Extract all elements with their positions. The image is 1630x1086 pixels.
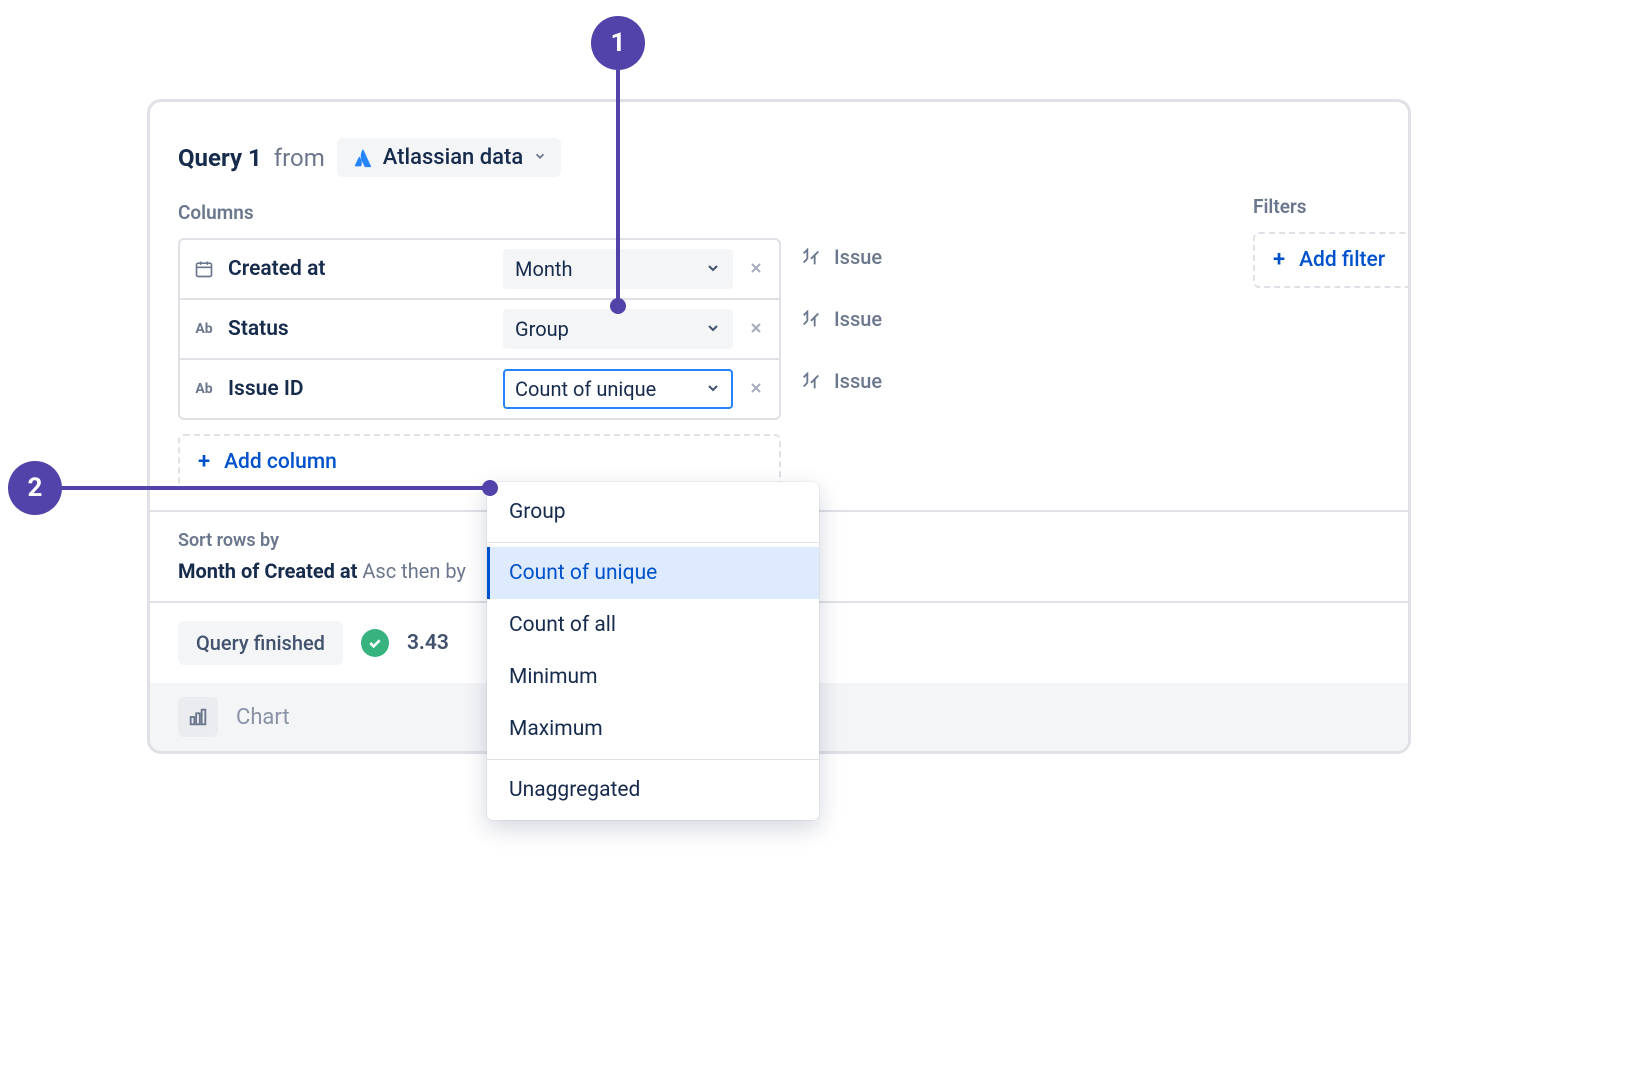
chevron-down-icon — [705, 257, 721, 281]
data-source-label: Atlassian data — [383, 145, 523, 170]
issue-icon — [800, 246, 822, 268]
sort-direction: Asc — [362, 559, 396, 583]
dropdown-option-unaggregated[interactable]: Unaggregated — [487, 764, 819, 816]
chevron-down-icon — [705, 377, 721, 401]
entity-label: Issue — [800, 307, 882, 331]
aggregation-value: Group — [515, 317, 569, 341]
aggregation-select-active[interactable]: Count of unique — [503, 369, 733, 409]
columns-section-label: Columns — [178, 201, 1380, 224]
text-type-icon: Ab — [192, 377, 216, 401]
annotation-line-2 — [62, 486, 490, 490]
chevron-down-icon — [533, 148, 547, 167]
status-text: Query finished — [196, 631, 325, 655]
dropdown-option-group[interactable]: Group — [487, 486, 819, 538]
success-check-icon — [361, 629, 389, 657]
remove-column-button[interactable] — [745, 257, 767, 281]
plus-icon: + — [1273, 249, 1285, 271]
remove-column-button[interactable] — [745, 377, 767, 401]
plus-icon: + — [198, 451, 210, 473]
status-time: 3.43 — [407, 631, 449, 655]
calendar-icon — [192, 257, 216, 281]
entity-text: Issue — [834, 245, 882, 269]
text-type-icon: Ab — [192, 317, 216, 341]
aggregation-value: Month — [515, 257, 572, 281]
aggregation-value: Count of unique — [515, 377, 656, 401]
column-row: Ab Status Group — [180, 300, 779, 360]
annotation-dot-1 — [610, 298, 626, 314]
builder-body: Columns Created at Month — [150, 195, 1408, 510]
column-row: Ab Issue ID Count of unique — [180, 360, 779, 418]
annotation-number: 1 — [611, 28, 626, 58]
data-source-selector[interactable]: Atlassian data — [337, 138, 561, 177]
annotation-dot-2 — [482, 480, 498, 496]
remove-column-button[interactable] — [745, 317, 767, 341]
sort-primary: Month of Created at — [178, 559, 357, 583]
entity-text: Issue — [834, 369, 882, 393]
aggregation-select[interactable]: Group — [503, 309, 733, 349]
annotation-number: 2 — [28, 473, 43, 503]
issue-icon — [800, 370, 822, 392]
annotation-callout-1: 1 — [591, 16, 645, 70]
filters-section-label: Filters — [1253, 195, 1411, 218]
add-filter-button[interactable]: + Add filter — [1253, 232, 1411, 288]
dropdown-option-maximum[interactable]: Maximum — [487, 703, 819, 755]
column-row: Created at Month — [180, 240, 779, 300]
annotation-callout-2: 2 — [8, 461, 62, 515]
issue-icon — [800, 308, 822, 330]
from-label: from — [274, 144, 325, 172]
entity-label: Issue — [800, 369, 882, 393]
add-column-label: Add column — [224, 450, 337, 474]
dropdown-divider — [487, 759, 819, 760]
sort-then-by: then by — [401, 559, 466, 583]
entity-text: Issue — [834, 307, 882, 331]
aggregation-dropdown: Group Count of unique Count of all Minim… — [487, 482, 819, 820]
columns-list: Created at Month Ab Status Group — [178, 238, 781, 420]
column-name: Status — [228, 317, 491, 341]
entity-label: Issue — [800, 245, 882, 269]
query-header: Query 1 from Atlassian data — [150, 102, 1408, 195]
dropdown-option-count-all[interactable]: Count of all — [487, 599, 819, 651]
column-name: Created at — [228, 257, 491, 281]
chart-icon[interactable] — [178, 697, 218, 737]
status-pill: Query finished — [178, 621, 343, 665]
atlassian-logo-icon — [351, 147, 373, 169]
filters-panel: Filters + Add filter — [1253, 195, 1411, 288]
dropdown-option-minimum[interactable]: Minimum — [487, 651, 819, 703]
dropdown-option-count-unique[interactable]: Count of unique — [487, 547, 819, 599]
add-filter-label: Add filter — [1299, 248, 1385, 272]
annotation-line-1 — [616, 70, 620, 306]
chevron-down-icon — [705, 317, 721, 341]
chart-label: Chart — [236, 705, 290, 730]
dropdown-divider — [487, 542, 819, 543]
query-title: Query 1 — [178, 144, 262, 172]
column-name: Issue ID — [228, 377, 491, 401]
